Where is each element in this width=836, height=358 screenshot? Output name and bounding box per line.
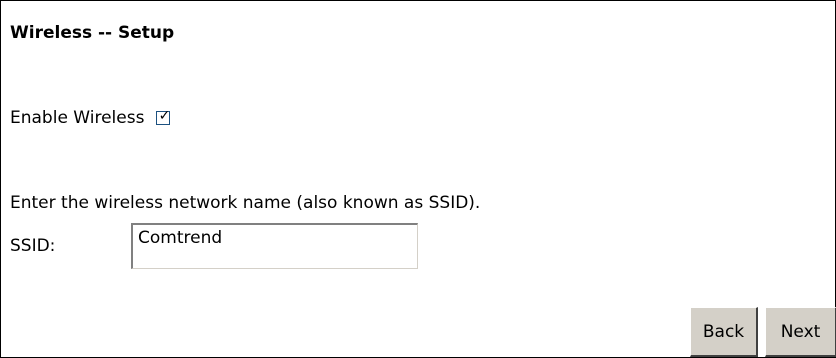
- checkmark-icon: ✓: [158, 108, 171, 124]
- ssid-row: SSID:: [10, 223, 418, 269]
- enable-wireless-row: Enable Wireless ✓: [10, 108, 171, 128]
- ssid-input[interactable]: [131, 223, 418, 269]
- page-title: Wireless -- Setup: [10, 23, 175, 43]
- ssid-label: SSID:: [10, 236, 56, 256]
- setup-panel: Wireless -- Setup Enable Wireless ✓ Ente…: [0, 0, 836, 358]
- back-button[interactable]: Back: [690, 307, 758, 357]
- enable-wireless-label: Enable Wireless: [10, 108, 145, 128]
- next-button[interactable]: Next: [765, 307, 836, 357]
- ssid-instruction: Enter the wireless network name (also kn…: [10, 193, 481, 213]
- enable-wireless-checkbox[interactable]: ✓: [156, 108, 171, 125]
